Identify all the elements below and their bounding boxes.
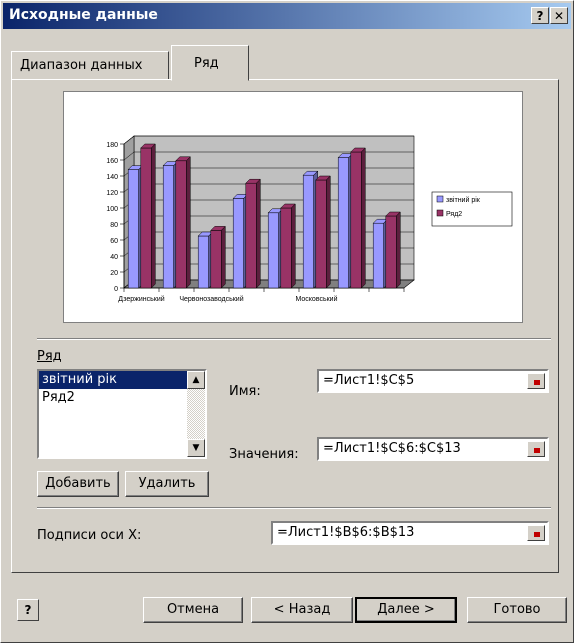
chart-svg: 0 20 40 60 80 100 120 140 160 180 Дзержинський Черв… [106,135,513,303]
legend-swatch [436,195,444,203]
y-tick-label: 140 [106,174,118,181]
bar-side [151,143,156,289]
series-section-label: Ряд [37,349,62,364]
y-tick-label: 160 [106,158,118,165]
help-icon[interactable]: ? [17,599,39,621]
y-tick-label: 60 [110,238,118,245]
collapse-dialog-icon[interactable] [527,525,545,541]
bar [337,157,349,289]
series-label: Ряд [37,349,62,364]
series-item-current-year[interactable]: звітний рік [39,371,187,389]
y-tick-label: 120 [106,190,118,197]
dialog-title: Исходные данные [9,7,158,23]
y-tick-label: 40 [110,254,118,261]
legend-swatch [436,209,444,217]
values-label: Значения: [229,447,299,462]
bar [245,182,257,289]
bar-side [361,147,366,289]
y-tick-label: 20 [110,270,118,277]
bar [350,151,362,289]
bar-side [326,175,331,289]
scroll-down-icon[interactable]: ▼ [187,439,205,457]
finish-button[interactable]: Готово [467,597,567,623]
values-field[interactable]: =Лист1!$C$6:$C$13 [317,437,549,461]
y-tick-label: 100 [106,206,118,213]
legend-label: Ряд2 [446,211,462,218]
bar [140,147,152,289]
bar-side [256,178,261,289]
y-tick-label: 180 [106,142,118,149]
bar-side [396,211,401,289]
bar [372,222,384,289]
name-field[interactable]: =Лист1!$C$5 [317,369,549,393]
bar-side [221,225,226,289]
bar [162,165,174,289]
bar-side [186,156,191,289]
collapse-dialog-icon[interactable] [527,373,545,389]
xaxis-field[interactable]: =Лист1!$B$6:$B$13 [271,521,549,545]
bar [302,174,314,289]
scroll-up-icon[interactable]: ▲ [187,371,205,389]
dialog-window: Исходные данные ? ✕ Диапазон данных Ряд … [0,0,574,643]
bar [175,160,187,289]
separator-bottom [37,507,551,509]
name-label: Имя: [229,384,261,399]
legend-label: звітний рік [446,196,481,204]
name-field-value: =Лист1!$C$5 [323,373,415,388]
y-tick-label: 80 [110,222,118,229]
bar [385,215,397,289]
remove-series-button[interactable]: Удалить [125,471,209,497]
back-button[interactable]: < Назад [251,597,353,623]
xaxis-label: Подписи оси X: [37,528,142,543]
bar [280,207,292,289]
bar [197,235,209,289]
bar [232,198,244,289]
bar [267,212,279,289]
bar [127,169,139,289]
x-tick-label: Дзержинський [118,295,164,303]
series-item-row2[interactable]: Ряд2 [39,389,205,407]
next-button[interactable]: Далее > [355,597,457,623]
separator-top [37,338,551,340]
add-series-button[interactable]: Добавить [37,471,119,497]
series-listbox[interactable]: звітний рік Ряд2 ▲ ▼ [37,369,207,459]
cancel-button[interactable]: Отмена [143,597,243,623]
bar-side [291,203,296,289]
tab-series[interactable]: Ряд [171,45,249,81]
x-tick-label: Московський [295,295,337,303]
title-bar[interactable]: Исходные данные ? ✕ [3,3,571,29]
x-tick-label: Червонозаводський [179,295,243,303]
tab-data-range[interactable]: Диапазон данных [11,51,169,79]
bar [315,179,327,289]
collapse-dialog-icon[interactable] [527,441,545,457]
close-button[interactable]: ✕ [550,7,568,24]
chart-preview: 0 20 40 60 80 100 120 140 160 180 Дзержинський Черв… [63,91,523,323]
bar [210,230,222,289]
listbox-scrollbar[interactable]: ▲ ▼ [187,371,205,457]
values-field-value: =Лист1!$C$6:$C$13 [323,441,461,456]
y-tick-label: 0 [114,286,118,293]
xaxis-field-value: =Лист1!$B$6:$B$13 [277,525,415,540]
help-title-button[interactable]: ? [531,7,549,24]
